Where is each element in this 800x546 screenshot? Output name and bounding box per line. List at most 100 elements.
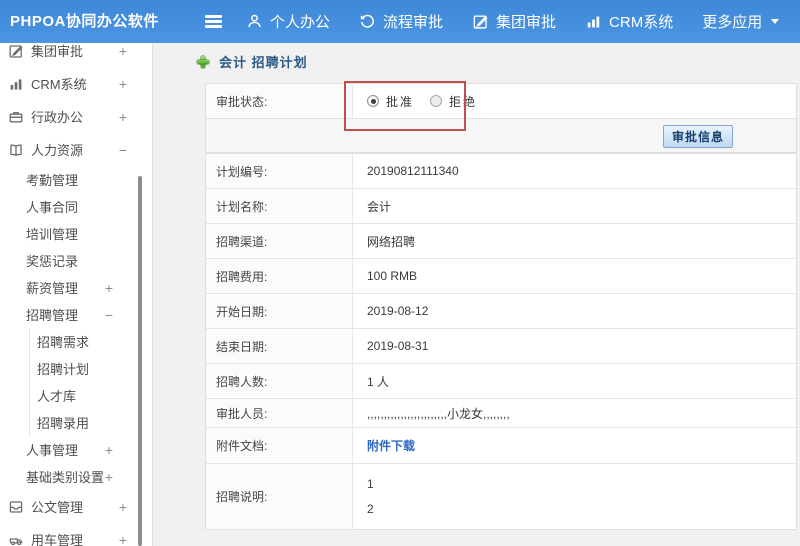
field-value: 100 RMB xyxy=(367,269,418,283)
sidebar-menu: 集团审批 + CRM系统 + 行政办公 + 人力资源 − 考勤管理人事合同培训管理奖惩记录薪资管… xyxy=(0,43,152,546)
nav-item-3[interactable]: 集团审批 xyxy=(472,11,556,32)
field-value-cell: 100 RMB xyxy=(352,259,796,293)
field-label: 招聘渠道: xyxy=(206,224,352,258)
expand-icon[interactable]: + xyxy=(119,109,127,125)
field-row-5: 开始日期: 2019-08-12 xyxy=(206,294,796,329)
book-icon xyxy=(8,142,24,158)
expand-icon[interactable]: + xyxy=(119,532,127,546)
collapse-icon[interactable]: − xyxy=(119,142,127,158)
field-value: 1 2 xyxy=(367,476,374,516)
field-value: 网络招聘 xyxy=(367,234,416,249)
field-value-cell: 1 2 xyxy=(352,464,796,529)
caret-down-icon xyxy=(771,19,780,24)
field-row-7: 招聘人数: 1 人 xyxy=(206,364,796,399)
expand-icon[interactable]: + xyxy=(119,43,127,59)
sidebar-item-3[interactable]: 行政办公 + xyxy=(0,100,152,133)
field-value: 会计 xyxy=(367,199,392,214)
radio-option-1[interactable] xyxy=(367,95,379,107)
nav-item-label: 流程审批 xyxy=(383,14,444,31)
briefcase-icon xyxy=(8,109,24,125)
field-row-8: 审批人员: ,,,,,,,,,,,,,,,,,,,,,,,,小龙女,,,,,,,, xyxy=(206,399,796,428)
expand-icon[interactable]: + xyxy=(105,469,113,485)
expand-icon[interactable]: + xyxy=(119,499,127,515)
sidebar-item-label: 基础类别设置 xyxy=(26,470,105,485)
add-icon xyxy=(196,55,210,69)
sidebar-item-label: 考勤管理 xyxy=(26,173,79,188)
sidebar-item-16[interactable]: 基础类别设置 + xyxy=(0,463,152,490)
field-value-cell: 2019-08-31 xyxy=(352,329,796,363)
sidebar-item-12[interactable]: 招聘计划 xyxy=(0,355,152,382)
sidebar-item-label: CRM系统 xyxy=(31,77,87,92)
sidebar-item-13[interactable]: 人才库 xyxy=(0,382,152,409)
sidebar-item-label: 招聘计划 xyxy=(37,362,90,377)
expand-icon[interactable]: + xyxy=(105,442,113,458)
approval-status-row: 审批状态: 批准 拒绝 xyxy=(206,84,796,118)
detail-table: 计划编号: 20190812111340 计划名称: 会计 招聘渠道: 网络招聘 招聘费用:… xyxy=(205,153,797,530)
sidebar-item-label: 人力资源 xyxy=(31,143,84,158)
sidebar-item-4[interactable]: 人力资源 − xyxy=(0,133,152,166)
field-row-9: 附件文档: 附件下载 xyxy=(206,428,796,464)
approval-info-button[interactable]: 审批信息 xyxy=(662,125,733,148)
sidebar-item-label: 招聘需求 xyxy=(37,335,90,350)
sidebar-item-11[interactable]: 招聘需求 xyxy=(0,328,152,355)
attachment-download-link[interactable]: 附件下载 xyxy=(367,437,415,454)
nav-item-1[interactable]: 个人办公 xyxy=(246,11,330,32)
field-label: 结束日期: xyxy=(206,329,352,363)
sidebar-item-label: 人事管理 xyxy=(26,443,79,458)
nav-item-5[interactable]: 更多应用 xyxy=(702,11,780,32)
sidebar-item-15[interactable]: 人事管理 + xyxy=(0,436,152,463)
field-label: 招聘费用: xyxy=(206,259,352,293)
field-value-cell: 2019-08-12 xyxy=(352,294,796,328)
history-icon xyxy=(359,13,376,30)
nav-item-2[interactable]: 流程审批 xyxy=(359,11,443,32)
sidebar-scrollbar-thumb[interactable] xyxy=(138,176,142,546)
field-row-1: 计划编号: 20190812111340 xyxy=(206,154,796,189)
radio-option-label: 批准 xyxy=(386,94,415,109)
sidebar-item-6[interactable]: 人事合同 xyxy=(0,193,152,220)
nav-item-label: 个人办公 xyxy=(270,14,331,31)
edit-square-icon xyxy=(472,13,489,30)
sidebar-item-17[interactable]: 公文管理 + xyxy=(0,490,152,523)
sidebar-item-label: 招聘录用 xyxy=(37,416,90,431)
edit-square-icon xyxy=(8,43,24,59)
sidebar-item-1[interactable]: 集团审批 + xyxy=(0,43,152,67)
top-header: PHPOA协同办公软件 个人办公 流程审批 集团审批 CRM系统 更多应用 xyxy=(0,0,800,43)
sidebar-item-9[interactable]: 薪资管理 + xyxy=(0,274,152,301)
field-value-cell: 会计 xyxy=(352,189,796,223)
sidebar-item-label: 行政办公 xyxy=(31,110,84,125)
field-value-cell: 20190812111340 xyxy=(352,154,796,188)
sidebar-item-5[interactable]: 考勤管理 xyxy=(0,166,152,193)
page-title: 会计 招聘计划 xyxy=(219,55,308,70)
menu-icon[interactable] xyxy=(205,0,222,43)
field-row-4: 招聘费用: 100 RMB xyxy=(206,259,796,294)
sidebar-item-14[interactable]: 招聘录用 xyxy=(0,409,152,436)
sidebar-item-8[interactable]: 奖惩记录 xyxy=(0,247,152,274)
field-label: 招聘说明: xyxy=(206,464,352,529)
collapse-icon[interactable]: − xyxy=(105,307,113,323)
radio-option-2[interactable] xyxy=(430,95,443,107)
sidebar-item-7[interactable]: 培训管理 xyxy=(0,220,152,247)
approval-table: 审批状态: 批准 拒绝 审批信息 xyxy=(205,83,797,153)
expand-icon[interactable]: + xyxy=(105,280,113,296)
field-value: 20190812111340 xyxy=(367,164,459,178)
sidebar-item-label: 招聘管理 xyxy=(26,308,79,323)
expand-icon[interactable]: + xyxy=(119,76,127,92)
nav-item-4[interactable]: CRM系统 xyxy=(585,11,673,32)
radio-option-label: 拒绝 xyxy=(449,94,478,109)
sidebar-item-10[interactable]: 招聘管理 − xyxy=(0,301,152,328)
nav-item-label: CRM系统 xyxy=(609,14,674,31)
sidebar-item-label: 人才库 xyxy=(37,389,77,404)
sidebar-item-label: 培训管理 xyxy=(26,227,79,242)
field-value: 2019-08-12 xyxy=(367,304,429,318)
sidebar-item-label: 奖惩记录 xyxy=(26,254,79,269)
field-label: 招聘人数: xyxy=(206,364,352,398)
sidebar-item-18[interactable]: 用车管理 + xyxy=(0,523,152,546)
field-value: ,,,,,,,,,,,,,,,,,,,,,,,,小龙女,,,,,,,, xyxy=(367,406,510,421)
person-icon xyxy=(246,13,263,30)
top-nav: 个人办公 流程审批 集团审批 CRM系统 更多应用 xyxy=(246,0,780,43)
field-label: 计划编号: xyxy=(206,154,352,188)
sidebar-item-label: 公文管理 xyxy=(31,500,84,515)
sidebar-item-label: 用车管理 xyxy=(31,533,84,546)
sidebar-item-2[interactable]: CRM系统 + xyxy=(0,67,152,100)
field-value-cell: ,,,,,,,,,,,,,,,,,,,,,,,,小龙女,,,,,,,, xyxy=(352,399,796,427)
